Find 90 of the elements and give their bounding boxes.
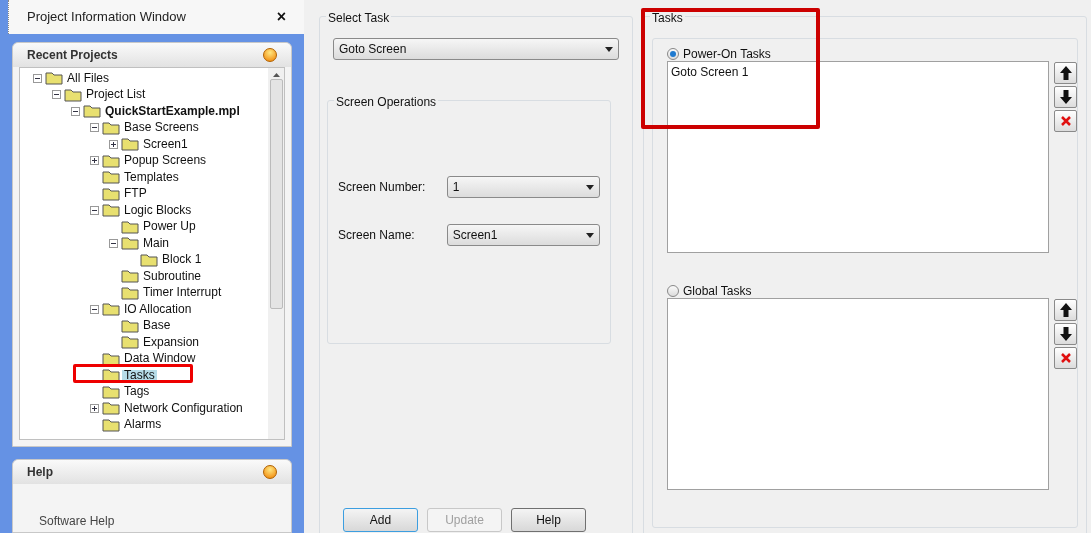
radio-button[interactable]: [667, 285, 679, 297]
value-dropdown[interactable]: Screen1: [446, 224, 600, 246]
tree-item[interactable]: Base Screens: [122, 122, 201, 134]
delete-button[interactable]: [1054, 347, 1077, 369]
tree-item[interactable]: Subroutine: [141, 270, 204, 282]
folder-icon: [121, 219, 139, 234]
move-down-button[interactable]: [1054, 86, 1077, 108]
move-down-button[interactable]: [1054, 323, 1077, 345]
expander-icon[interactable]: [33, 73, 42, 83]
folder-icon: [102, 384, 120, 399]
tree-item[interactable]: Expansion: [141, 336, 202, 348]
panel-title: Help: [27, 464, 54, 481]
folder-icon: [102, 186, 120, 201]
delete-button[interactable]: [1054, 110, 1077, 132]
action-button[interactable]: Help: [511, 508, 586, 532]
scroll-up-icon[interactable]: [272, 73, 280, 77]
delete-icon: [1060, 353, 1071, 363]
radio-label: Power-On Tasks: [683, 46, 771, 63]
folder-icon: [102, 302, 120, 317]
folder-icon: [121, 137, 139, 152]
field-label: Screen Number:: [338, 179, 427, 196]
collapse-orb-icon[interactable]: [263, 465, 277, 479]
tree-item[interactable]: IO Allocation: [122, 303, 194, 315]
folder-icon: [121, 236, 139, 251]
move-up-button[interactable]: [1054, 299, 1077, 321]
folder-icon: [64, 87, 82, 102]
tree-item[interactable]: Alarms: [122, 419, 164, 431]
tree-item[interactable]: Screen1: [141, 138, 190, 150]
task-list-item[interactable]: Goto Screen 1: [671, 63, 1045, 81]
value-dropdown[interactable]: 1: [446, 176, 600, 198]
folder-icon: [102, 153, 120, 168]
folder-icon: [102, 368, 120, 383]
tree-item[interactable]: Logic Blocks: [122, 204, 194, 216]
move-up-button[interactable]: [1054, 62, 1077, 84]
expander-icon[interactable]: [52, 90, 61, 100]
folder-icon: [102, 351, 120, 366]
down-arrow-icon: [1059, 327, 1072, 341]
folder-icon: [121, 318, 139, 333]
radio-button[interactable]: [667, 48, 679, 60]
delete-icon: [1060, 116, 1071, 126]
dropdown-caret-icon: [586, 232, 594, 238]
folder-icon: [140, 252, 158, 267]
tree-item[interactable]: FTP: [122, 188, 149, 200]
folder-icon: [102, 170, 120, 185]
expander-icon[interactable]: [90, 156, 99, 166]
window-title: Project Information Window: [27, 8, 187, 27]
task-dropdown[interactable]: Goto Screen: [333, 38, 619, 60]
tree-item[interactable]: Block 1: [160, 254, 204, 266]
folder-icon: [83, 104, 101, 119]
tree-item[interactable]: Network Configuration: [122, 402, 245, 414]
tree-item[interactable]: All Files: [65, 72, 111, 84]
collapse-orb-icon[interactable]: [263, 48, 277, 62]
folder-icon: [45, 71, 63, 86]
panel-title: Recent Projects: [27, 47, 119, 64]
field-label: Screen Name:: [338, 227, 416, 244]
folder-icon: [102, 203, 120, 218]
up-arrow-icon: [1059, 303, 1072, 317]
folder-icon: [121, 285, 139, 300]
dropdown-caret-icon: [605, 46, 613, 52]
tree-item[interactable]: Timer Interrupt: [141, 287, 224, 299]
tree-item[interactable]: Popup Screens: [122, 155, 209, 167]
action-button[interactable]: Add: [343, 508, 418, 532]
tree-item[interactable]: Power Up: [141, 221, 198, 233]
expander-icon[interactable]: [109, 238, 118, 248]
scrollbar[interactable]: [268, 68, 284, 439]
folder-icon: [121, 269, 139, 284]
tree-item[interactable]: Tags: [122, 386, 152, 398]
close-button[interactable]: ×: [276, 5, 286, 29]
tree-item[interactable]: QuickStartExample.mpl: [103, 105, 242, 117]
expander-icon[interactable]: [109, 139, 118, 149]
tree-item[interactable]: Templates: [122, 171, 181, 183]
tree-item[interactable]: Project List: [84, 89, 148, 101]
tree-item[interactable]: Data Window: [122, 353, 198, 365]
radio-label: Global Tasks: [683, 283, 752, 300]
folder-icon: [102, 120, 120, 135]
down-arrow-icon: [1059, 90, 1072, 104]
help-link[interactable]: Software Help: [39, 514, 115, 528]
expander-icon[interactable]: [90, 205, 99, 215]
up-arrow-icon: [1059, 66, 1072, 80]
tree-item[interactable]: Tasks: [122, 369, 157, 381]
dropdown-caret-icon: [586, 184, 594, 190]
expander-icon[interactable]: [90, 304, 99, 314]
expander-icon[interactable]: [71, 106, 80, 116]
tree-item[interactable]: Main: [141, 237, 171, 249]
folder-icon: [102, 417, 120, 432]
expander-icon[interactable]: [90, 403, 99, 413]
folder-icon: [121, 335, 139, 350]
folder-icon: [102, 401, 120, 416]
tree-item[interactable]: Base: [141, 320, 173, 332]
expander-icon[interactable]: [90, 123, 99, 133]
